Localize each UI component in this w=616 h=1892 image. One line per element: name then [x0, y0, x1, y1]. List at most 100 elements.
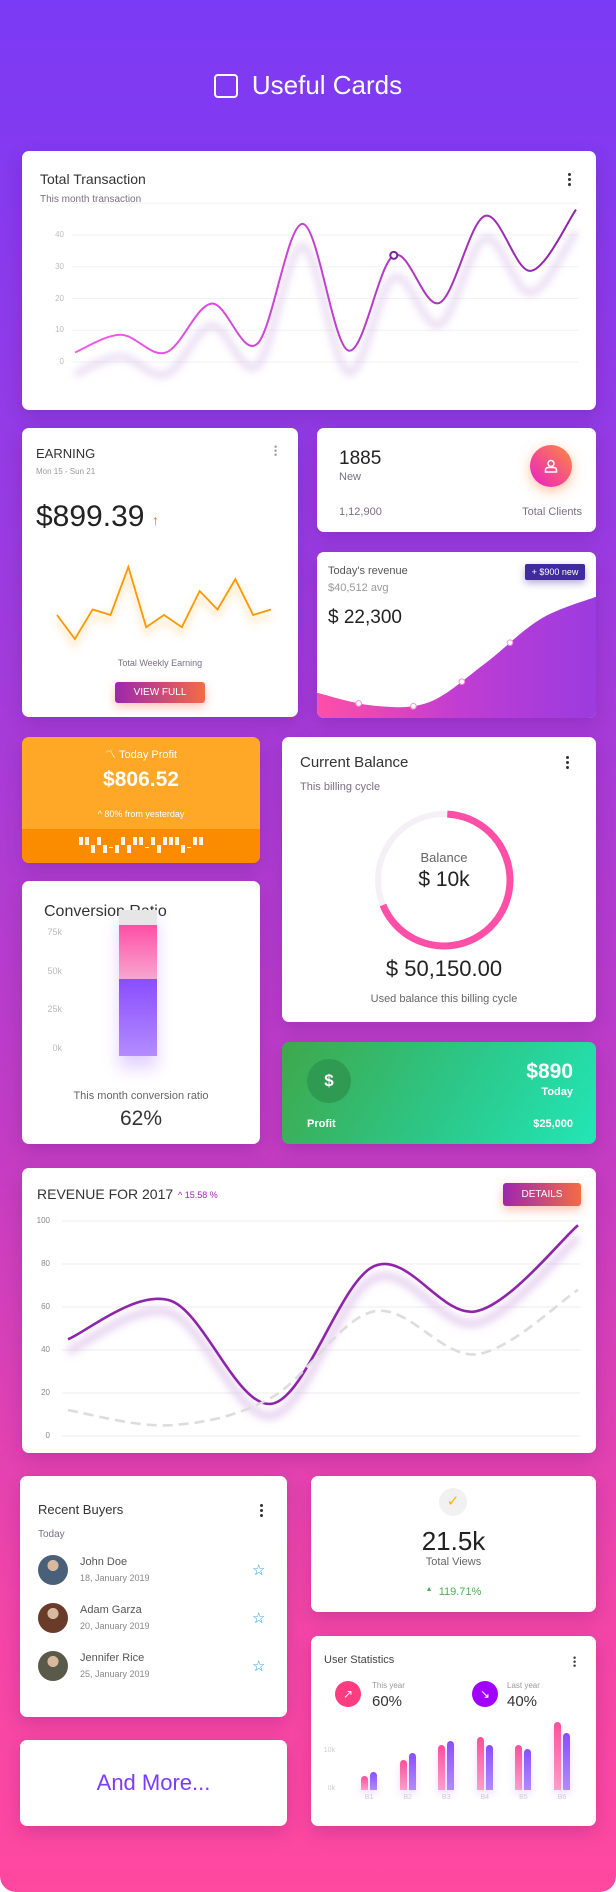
profit-period: Today [541, 1086, 573, 1098]
user-icon [530, 445, 572, 487]
revenue-amount: $ 22,300 [328, 607, 402, 628]
profit-title-text: Today Profit [118, 749, 178, 761]
profit-amount: $806.52 [103, 768, 179, 791]
trending-up-icon: ↗ [335, 1681, 361, 1707]
average-revenue: $40,512 avg [328, 582, 389, 594]
ticker-bar [121, 837, 125, 845]
last-year-value: 40% [507, 1693, 538, 1710]
ticker-bar [169, 837, 173, 845]
ticker-bar [145, 847, 149, 848]
bar-b6-last-year [563, 1733, 570, 1790]
ring-label: Balance [420, 850, 468, 865]
data-point[interactable] [355, 700, 362, 707]
ticker-bar [187, 847, 191, 848]
y-tick-label: 75k [47, 927, 62, 937]
this-year-label: This year [372, 1681, 405, 1690]
views-change-text: 119.71% [438, 1586, 482, 1598]
buyer-date: 20, January 2019 [80, 1621, 150, 1631]
more-menu-icon[interactable] [573, 1656, 576, 1669]
data-point[interactable] [410, 702, 417, 710]
revenue-line-chart [62, 1220, 581, 1437]
views-change: ▲ 119.71% [311, 1586, 596, 1598]
buyer-name: Adam Garza [80, 1604, 142, 1616]
and-more-card[interactable]: And More... [20, 1740, 287, 1826]
balance-amount: $ 50,150.00 [385, 956, 503, 981]
conversion-ratio-card: Conversion Ratio This month conversion r… [22, 881, 260, 1144]
trending-down-icon: ↘ [472, 1681, 498, 1707]
profit-summary-card: $ $890 Today Profit $25,000 [282, 1042, 596, 1144]
y-tick-label: 0k [52, 1043, 62, 1053]
bar-b4-this-year [476, 1736, 484, 1790]
line-shadow [73, 229, 579, 379]
new-label: New [339, 471, 362, 483]
bar-b1-this-year [361, 1776, 368, 1790]
profit-change: ^ 80% from yesterday [22, 809, 260, 819]
buyer-name: Jennifer Rice [80, 1652, 145, 1664]
earning-line [56, 564, 272, 641]
ticker-bar [133, 837, 137, 845]
total-views-card: ✓ 21.5k Total Views ▲ 119.71% [311, 1476, 596, 1612]
conversion-stacked-bar [119, 910, 157, 1056]
profit-title: 〽 Today Profit [22, 746, 260, 762]
x-tick-label: B3 [441, 1794, 451, 1801]
ticker-bar [91, 845, 95, 853]
x-tick-label: B4 [480, 1794, 490, 1801]
ticker-bar [97, 837, 101, 845]
ticker-bar [175, 837, 179, 845]
triangle-up-icon: ▲ [425, 1586, 433, 1593]
card-title: User Statistics [324, 1654, 395, 1666]
bar-segment [119, 979, 157, 1056]
profit-total: $25,000 [533, 1118, 573, 1130]
ticker-bar [181, 845, 185, 853]
balance-caption: Used balance this billing cycle [370, 993, 518, 1005]
chevron-up-icon: ^ [97, 809, 102, 819]
trending-up-icon: 〽 [104, 749, 116, 761]
bar-segment [119, 910, 157, 926]
bar-b2-last-year [408, 1752, 416, 1790]
data-point[interactable] [389, 250, 399, 260]
more-menu-icon[interactable] [260, 1504, 264, 1519]
last-year-label: Last year [507, 1681, 540, 1690]
user-statistics-card: User Statistics ↗ This year 60% ↘ Last y… [311, 1636, 596, 1826]
star-icon[interactable]: ☆ [252, 1561, 265, 1579]
y-tick-label: 25k [47, 1004, 62, 1015]
card-title: Recent Buyers [38, 1502, 124, 1517]
profit-label: Profit [307, 1118, 336, 1130]
ticker-bar [193, 837, 197, 845]
buyer-name: John Doe [80, 1556, 128, 1568]
data-point[interactable] [506, 639, 514, 646]
data-point[interactable] [458, 678, 466, 686]
and-more-link[interactable]: And More... [97, 1770, 211, 1796]
current-balance-card: Current Balance This billing cycle Balan… [282, 737, 596, 1022]
view-full-button[interactable]: VIEW FULL [115, 682, 205, 703]
y-tick-label: 0k [327, 1785, 335, 1792]
total-clients-value: 1,12,900 [339, 506, 382, 518]
new-clients-count: 1885 [339, 448, 382, 469]
conversion-caption: This month conversion ratio [73, 1090, 209, 1102]
today-profit-card: 〽 Today Profit $806.52 ^ 80% from yester… [22, 737, 260, 863]
star-icon[interactable]: ☆ [252, 1657, 265, 1675]
ring-value: $ 10k [418, 868, 470, 891]
ticker-bar [151, 837, 155, 845]
star-icon[interactable]: ☆ [252, 1609, 265, 1627]
total-transaction-card: Total Transaction This month transaction… [22, 151, 596, 410]
bar-b3-this-year [438, 1744, 446, 1790]
this-year-value: 60% [372, 1693, 403, 1710]
revenue-2017-card: REVENUE FOR 2017 ^ 15.58 % DETAILS 100 80… [22, 1168, 596, 1453]
new-revenue-badge: + $900 new [525, 564, 585, 580]
y-tick-label: 10k [323, 1747, 335, 1754]
views-value: 21.5k [421, 1526, 486, 1556]
ticker-bar [139, 837, 143, 845]
chart-caption: Total Weekly Earning [117, 658, 203, 668]
profit-ticker-strip [22, 829, 260, 863]
buyer-date: 18, January 2019 [80, 1573, 150, 1583]
today-revenue-card: Today's revenue $40,512 avg $ 22,300 + $… [317, 552, 596, 718]
transaction-chart [72, 202, 579, 379]
ticker-bar [79, 837, 83, 845]
check-icon: ✓ [439, 1488, 467, 1516]
recent-buyers-card: Recent Buyers Today John Doe 18, January … [20, 1476, 287, 1717]
avatar [38, 1555, 68, 1585]
x-tick-label: B2 [403, 1794, 412, 1801]
transaction-line [74, 209, 577, 355]
total-clients-label: Total Clients [522, 506, 582, 518]
